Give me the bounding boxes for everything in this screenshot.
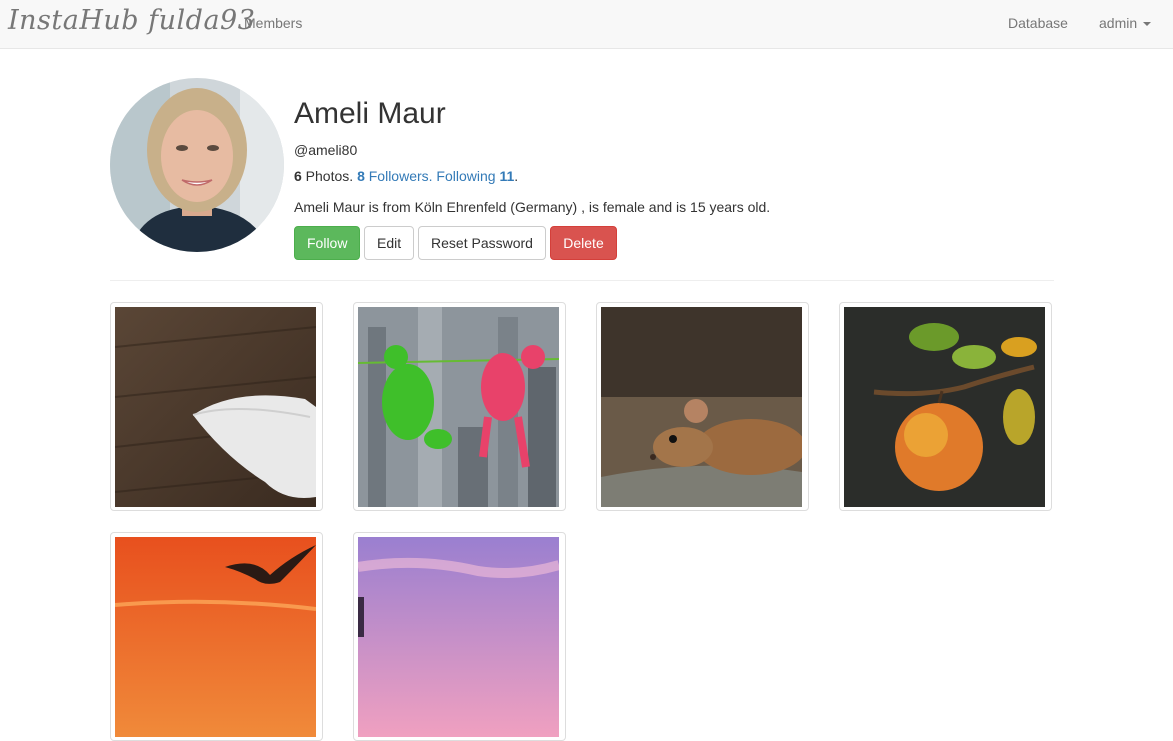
profile-name: Ameli Maur [294, 97, 446, 130]
user-menu-dropdown[interactable]: admin [1099, 15, 1152, 31]
stats-end: . [514, 168, 519, 184]
followers-link[interactable]: 8 Followers. [357, 168, 432, 184]
delete-button[interactable]: Delete [550, 226, 617, 260]
profile-stats: 6 Photos. 8 Followers. Following 11. [294, 168, 518, 184]
computer-mouse-photo [115, 307, 316, 507]
following-link[interactable]: Following 11 [432, 168, 515, 184]
edit-button[interactable]: Edit [364, 226, 414, 260]
photos-label: Photos. [301, 168, 358, 184]
divider [110, 280, 1054, 281]
photo-thumbnail[interactable] [596, 302, 809, 511]
profile-username: @ameli80 [294, 142, 358, 158]
profile-bio: Ameli Maur is from Köln Ehrenfeld (Germa… [294, 199, 771, 215]
photo-thumbnail[interactable] [353, 302, 566, 511]
followers-label: Followers. [364, 168, 433, 184]
navbar: InstaHub fulda93 Members Database admin [0, 0, 1173, 49]
followers-count: 8 [357, 168, 365, 184]
nav-database-link[interactable]: Database [1008, 15, 1068, 31]
apple-tree-photo [844, 307, 1045, 507]
photo-thumbnail[interactable] [110, 532, 323, 741]
user-menu-label: admin [1099, 15, 1138, 31]
following-count: 11 [499, 168, 515, 184]
photo-thumbnail[interactable] [353, 532, 566, 741]
seagull-sunset-photo [115, 537, 316, 737]
pink-sky-photo [358, 537, 559, 737]
nav-members-link[interactable]: Members [244, 15, 302, 31]
reset-password-button[interactable]: Reset Password [418, 226, 546, 260]
photo-thumbnail[interactable] [839, 302, 1052, 511]
brand-logo[interactable]: InstaHub fulda93 [8, 5, 255, 36]
photo-thumbnail[interactable] [110, 302, 323, 511]
toy-frogs-city-photo [358, 307, 559, 507]
follow-button[interactable]: Follow [294, 226, 360, 260]
photos-count: 6 [294, 168, 302, 184]
following-label: Following [432, 168, 500, 184]
caret-down-icon [1143, 22, 1152, 27]
avatar [110, 78, 284, 252]
mouse-animal-photo [601, 307, 802, 507]
